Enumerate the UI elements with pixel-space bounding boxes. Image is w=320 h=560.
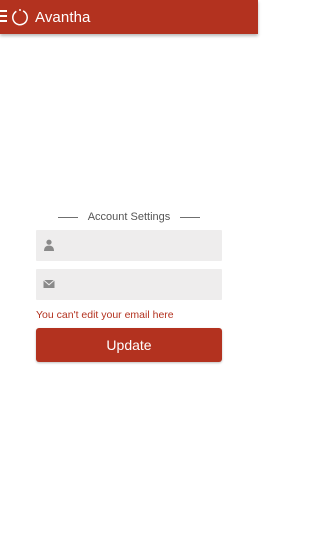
app-bar: Avantha <box>0 0 258 34</box>
section-title: Account Settings <box>87 211 171 223</box>
header-divider-left <box>57 216 78 218</box>
app-title: Avantha <box>35 9 91 26</box>
user-icon <box>44 239 54 251</box>
username-input[interactable] <box>60 230 216 261</box>
header-divider-right <box>180 216 201 218</box>
update-button[interactable]: Update <box>36 328 222 362</box>
envelope-icon <box>43 279 55 288</box>
hamburger-menu-icon[interactable] <box>0 10 8 24</box>
username-field[interactable] <box>36 230 222 261</box>
avantha-logo-icon <box>12 9 28 26</box>
email-field[interactable] <box>36 269 222 300</box>
email-input[interactable] <box>60 269 216 300</box>
email-edit-notice: You can't edit your email here <box>36 309 174 321</box>
account-settings-header: Account Settings <box>36 209 222 225</box>
